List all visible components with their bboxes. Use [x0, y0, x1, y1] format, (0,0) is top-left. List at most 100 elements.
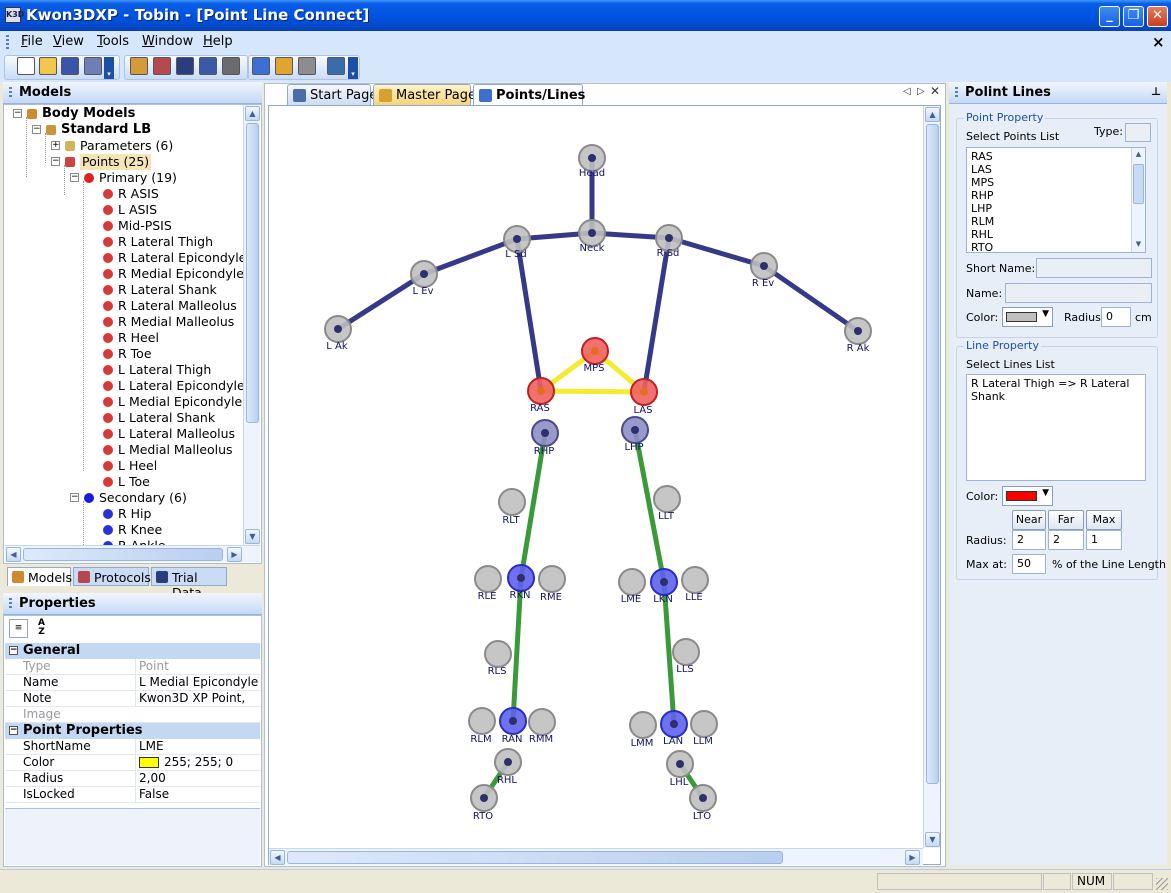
- tree-node-label[interactable]: Standard LB: [61, 122, 151, 138]
- points-list-item[interactable]: LHP: [971, 202, 1141, 215]
- points-list-item[interactable]: LAS: [971, 163, 1141, 176]
- tree-expander-icon[interactable]: −: [51, 157, 60, 166]
- tree-node-label[interactable]: L Medial Malleolus: [118, 442, 233, 458]
- tree-node-label[interactable]: Primary (19): [99, 170, 177, 186]
- name-field[interactable]: [1005, 283, 1152, 303]
- tree-node-label[interactable]: L Lateral Epicondyle: [118, 378, 245, 394]
- points-list-item[interactable]: RLM: [971, 215, 1141, 228]
- canvas-vscroll-thumb[interactable]: [926, 124, 939, 784]
- point-marker-rls[interactable]: [484, 640, 512, 668]
- tree-node-label[interactable]: L Heel: [118, 458, 157, 474]
- tree-node-label[interactable]: Points (25): [80, 154, 152, 170]
- point-marker-lmm[interactable]: [629, 711, 657, 739]
- segment-L-Sd-RAS[interactable]: [514, 236, 544, 394]
- tree-expander-icon[interactable]: −: [13, 109, 22, 118]
- points-list-item[interactable]: RTO: [971, 241, 1141, 252]
- property-row[interactable]: Image: [5, 707, 260, 723]
- property-value[interactable]: 2,00: [135, 771, 260, 786]
- point-marker-rme[interactable]: [538, 565, 566, 593]
- pin-icon[interactable]: ⊥: [1151, 85, 1161, 98]
- tree-node-label[interactable]: R Lateral Thigh: [118, 234, 213, 250]
- save-all-icon[interactable]: [84, 57, 102, 75]
- scroll-up-arrow[interactable]: ▲: [245, 106, 260, 121]
- tree-node-label[interactable]: Body Models: [42, 106, 135, 122]
- tab-scroll-right-icon[interactable]: ▷: [917, 86, 925, 97]
- property-category[interactable]: − General: [5, 643, 260, 659]
- canvas-scroll-left-arrow[interactable]: ◀: [270, 850, 285, 865]
- segment-RAS-LAS[interactable]: [538, 388, 647, 395]
- near-button[interactable]: Near: [1012, 510, 1046, 530]
- point-color-select[interactable]: ▼: [1002, 307, 1053, 327]
- points-list-scrollbar[interactable]: ▲ ▼: [1131, 148, 1145, 252]
- tree-node-label[interactable]: R ASIS: [118, 186, 159, 202]
- short-name-field[interactable]: [1036, 258, 1152, 278]
- points-list-item[interactable]: RHP: [971, 189, 1141, 202]
- menu-tools[interactable]: Tools: [97, 34, 129, 49]
- tree-node-label[interactable]: L Lateral Malleolus: [118, 426, 235, 442]
- canvas-scroll-right-arrow[interactable]: ▶: [905, 850, 920, 865]
- mdi-close-icon[interactable]: ×: [1152, 33, 1165, 51]
- point-marker-llt[interactable]: [653, 485, 681, 513]
- lines-listbox[interactable]: R Lateral Thigh => R Lateral Shank: [966, 374, 1146, 481]
- point-line-icon[interactable]: [252, 57, 270, 75]
- property-value[interactable]: Kwon3D XP Point,: [135, 691, 260, 706]
- point-line-canvas[interactable]: Head Neck L Sd R Sd L Ev R Ev L Ak R Ak MPS RAS LA…: [268, 105, 941, 865]
- tree-node-label[interactable]: Parameters (6): [80, 138, 173, 154]
- scroll-thumb[interactable]: [246, 123, 259, 423]
- master-page-icon[interactable]: [275, 57, 293, 75]
- skeleton-diagram[interactable]: Head Neck L Sd R Sd L Ev R Ev L Ak R Ak MPS RAS LA…: [269, 106, 924, 848]
- resize-grip-icon[interactable]: [1156, 878, 1168, 890]
- open-folder-icon[interactable]: [39, 57, 57, 75]
- property-row[interactable]: Type Point: [5, 659, 260, 675]
- doc-tab-start-page[interactable]: Start Page: [287, 84, 377, 105]
- max-button[interactable]: Max: [1086, 510, 1122, 530]
- points-listbox[interactable]: RAS LAS MPS RHP LHP RLM RHL RTO ▲ ▼: [966, 147, 1146, 253]
- save-icon[interactable]: [61, 57, 79, 75]
- tree-node-label[interactable]: R Knee: [118, 522, 162, 538]
- wizard-icon[interactable]: [222, 57, 240, 75]
- tree-node-label[interactable]: L Lateral Thigh: [118, 362, 211, 378]
- point-marker-rmm[interactable]: [528, 708, 556, 736]
- notebook-icon[interactable]: [199, 57, 217, 75]
- tree-horizontal-scrollbar[interactable]: ◀ ▶: [5, 545, 260, 562]
- property-category[interactable]: − Point Properties: [5, 723, 260, 739]
- near-radius-field[interactable]: 2: [1012, 530, 1046, 550]
- film-icon[interactable]: [176, 57, 194, 75]
- property-value[interactable]: L Medial Epicondyle: [135, 675, 260, 690]
- property-row[interactable]: ShortName LME: [5, 739, 260, 755]
- canvas-scroll-down-arrow[interactable]: ▼: [925, 832, 940, 847]
- far-button[interactable]: Far: [1048, 510, 1084, 530]
- point-marker-rle[interactable]: [474, 565, 502, 593]
- point-marker-llm[interactable]: [690, 710, 718, 738]
- menu-view[interactable]: View: [53, 34, 84, 49]
- close-document-icon[interactable]: ✕: [930, 84, 940, 98]
- tab-scroll-left-icon[interactable]: ◁: [903, 86, 911, 97]
- tree-expander-icon[interactable]: −: [70, 493, 79, 502]
- tree-expander-icon[interactable]: −: [32, 125, 41, 134]
- tree-node-label[interactable]: L Medial Epicondyle: [118, 394, 242, 410]
- tree-node-label[interactable]: L ASIS: [118, 202, 157, 218]
- tree-node-label[interactable]: R Hip: [118, 506, 151, 522]
- tree-node-label[interactable]: R Medial Malleolus: [118, 314, 234, 330]
- tree-vertical-scrollbar[interactable]: ▲ ▼: [243, 105, 260, 545]
- list-scroll-down-arrow[interactable]: ▼: [1132, 238, 1145, 251]
- points-list-item[interactable]: RAS: [971, 150, 1141, 163]
- scroll-left-arrow[interactable]: ◀: [6, 547, 21, 562]
- tab-protocols[interactable]: Protocols: [73, 567, 151, 586]
- tree-node-label[interactable]: R Toe: [118, 346, 152, 362]
- points-list-item[interactable]: RHL: [971, 228, 1141, 241]
- close-button[interactable]: ✕: [1147, 6, 1168, 27]
- alphabetical-sort-icon[interactable]: AZ: [32, 619, 51, 638]
- tree-node-label[interactable]: Mid-PSIS: [118, 218, 172, 234]
- property-row[interactable]: Radius 2,00: [5, 771, 260, 787]
- property-value[interactable]: False: [135, 787, 260, 802]
- camera-icon[interactable]: [298, 57, 316, 75]
- scroll-down-arrow[interactable]: ▼: [245, 529, 260, 544]
- line-color-select[interactable]: ▼: [1002, 486, 1053, 506]
- toolbar-overflow-chevron-icon[interactable]: ▾: [348, 57, 358, 79]
- segment-R-Ev-R-Ak[interactable]: [761, 263, 861, 334]
- property-row[interactable]: Color 255; 255; 0: [5, 755, 260, 771]
- scroll-right-arrow[interactable]: ▶: [227, 547, 242, 562]
- tree-node-label[interactable]: L Lateral Shank: [118, 410, 215, 426]
- menu-help[interactable]: Help: [203, 34, 233, 49]
